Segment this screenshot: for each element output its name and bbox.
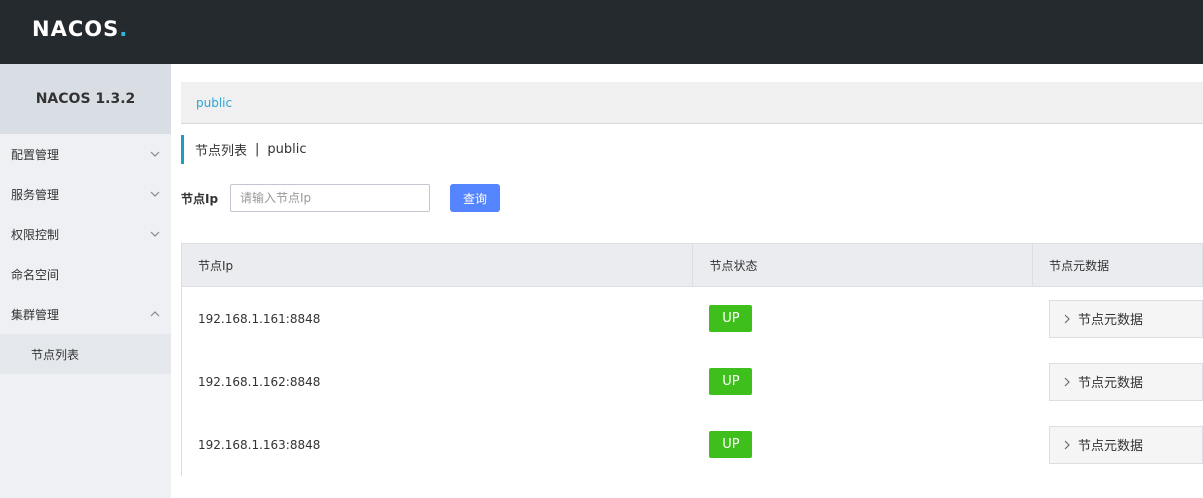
column-header-node-status: 节点状态 — [693, 244, 1034, 286]
namespace-bar: public — [181, 82, 1203, 124]
status-badge: UP — [709, 305, 753, 332]
node-ip-input[interactable] — [230, 184, 430, 212]
page-title-text: 节点列表 — [195, 144, 248, 159]
metadata-label: 节点元数据 — [1078, 376, 1144, 391]
node-ip-cell: 192.168.1.161:8848 — [198, 311, 321, 326]
node-table: 节点Ip 节点状态 节点元数据 192.168.1.161:8848 UP 节点… — [181, 243, 1203, 476]
metadata-expand-button[interactable]: 节点元数据 — [1049, 299, 1203, 338]
chevron-right-icon — [1064, 440, 1070, 449]
table-row: 192.168.1.162:8848 UP 节点元数据 — [181, 350, 1203, 413]
node-ip-cell: 192.168.1.162:8848 — [198, 374, 321, 389]
chevron-right-icon — [1064, 314, 1070, 323]
filter-bar: 节点Ip 查询 — [181, 184, 500, 212]
sidebar-item-label: 命名空间 — [11, 267, 60, 282]
query-button[interactable]: 查询 — [450, 184, 500, 212]
sidebar-item-access-control[interactable]: 权限控制 — [0, 214, 171, 254]
logo-text: NACOS — [32, 17, 120, 41]
node-ip-cell: 192.168.1.163:8848 — [198, 437, 321, 452]
nacos-logo[interactable]: NACOS. — [32, 17, 128, 41]
sidebar-subitem-node-list[interactable]: 节点列表 — [0, 334, 171, 374]
node-status-cell: UP — [693, 413, 1033, 476]
chevron-down-icon — [150, 151, 160, 157]
node-metadata-cell: 节点元数据 — [1033, 413, 1203, 476]
sidebar-item-namespace[interactable]: 命名空间 — [0, 254, 171, 294]
chevron-right-icon — [1064, 377, 1070, 386]
page-title-namespace: public — [267, 142, 307, 157]
table-header: 节点Ip 节点状态 节点元数据 — [181, 244, 1203, 287]
sidebar-item-service-management[interactable]: 服务管理 — [0, 174, 171, 214]
node-metadata-cell: 节点元数据 — [1033, 350, 1203, 413]
page-title-separator: | — [255, 142, 260, 157]
sidebar-item-label: 服务管理 — [11, 187, 60, 202]
metadata-label: 节点元数据 — [1078, 313, 1144, 328]
chevron-down-icon — [150, 231, 160, 237]
metadata-expand-button[interactable]: 节点元数据 — [1049, 425, 1203, 464]
column-header-node-ip: 节点Ip — [182, 244, 694, 286]
node-ip-label: 节点Ip — [181, 191, 219, 206]
page-title: 节点列表 | public — [181, 135, 307, 164]
sidebar-item-label: 权限控制 — [11, 227, 60, 242]
version-label: NACOS 1.3.2 — [0, 64, 171, 134]
logo-dot: . — [119, 17, 129, 41]
node-metadata-cell: 节点元数据 — [1033, 287, 1203, 350]
sidebar-item-label: 配置管理 — [11, 147, 60, 162]
status-badge: UP — [709, 368, 753, 395]
metadata-expand-button[interactable]: 节点元数据 — [1049, 362, 1203, 401]
chevron-up-icon — [150, 311, 160, 317]
sidebar-item-config-management[interactable]: 配置管理 — [0, 134, 171, 174]
table-row: 192.168.1.163:8848 UP 节点元数据 — [181, 413, 1203, 476]
chevron-down-icon — [150, 191, 160, 197]
sidebar-item-cluster-management[interactable]: 集群管理 — [0, 294, 171, 334]
column-header-node-metadata: 节点元数据 — [1033, 244, 1203, 286]
sidebar-subitem-label: 节点列表 — [31, 347, 80, 362]
metadata-label: 节点元数据 — [1078, 439, 1144, 454]
main-content: public 节点列表 | public 节点Ip 查询 节点Ip 节点状态 节… — [181, 64, 1203, 498]
top-navbar: NACOS. — [0, 0, 1203, 64]
status-badge: UP — [709, 431, 753, 458]
node-status-cell: UP — [693, 287, 1033, 350]
node-status-cell: UP — [693, 350, 1033, 413]
namespace-link-public[interactable]: public — [196, 96, 232, 110]
sidebar: NACOS 1.3.2 配置管理 服务管理 权限控制 命名空间 集群管理 节点列… — [0, 64, 171, 498]
sidebar-item-label: 集群管理 — [11, 307, 60, 322]
table-row: 192.168.1.161:8848 UP 节点元数据 — [181, 287, 1203, 350]
